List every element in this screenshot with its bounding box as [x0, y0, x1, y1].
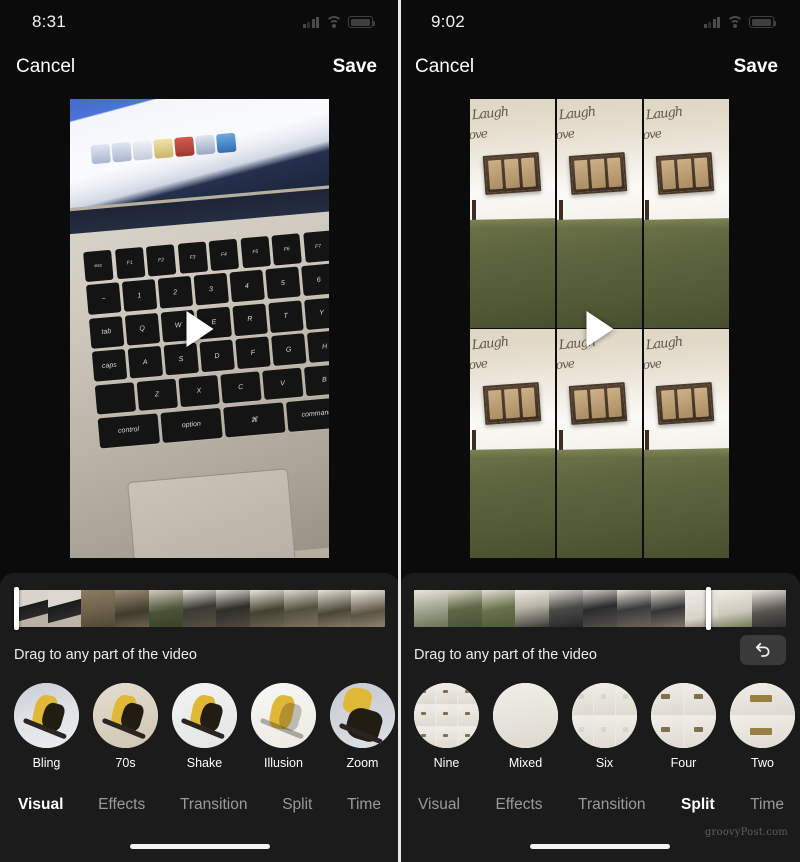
phone-screen-left: 8:31 Cancel Save esc F1 F2 F3 F4 F5 F6 F7 — [0, 0, 399, 862]
phone-screen-right: 9:02 Cancel Save Laugh Love Laugh Love L… — [399, 0, 800, 862]
filmstrip[interactable] — [14, 590, 385, 627]
save-button[interactable]: Save — [734, 56, 778, 78]
tab-transition[interactable]: Transition — [578, 796, 645, 814]
filter-item-bling[interactable]: Bling — [14, 683, 79, 770]
split-cell: Laugh Love — [643, 329, 729, 558]
filter-thumbnail[interactable] — [251, 683, 316, 748]
tab-time[interactable]: Time — [750, 796, 784, 814]
split-thumbnail[interactable] — [651, 683, 716, 748]
split-thumbnail[interactable] — [730, 683, 795, 748]
tab-effects[interactable]: Effects — [495, 796, 542, 814]
split-thumbnail[interactable] — [414, 683, 479, 748]
timeline-playhead[interactable] — [14, 587, 19, 630]
filter-label: Bling — [32, 756, 61, 770]
tab-split[interactable]: Split — [282, 796, 312, 814]
video-frame[interactable]: Laugh Love Laugh Love Laugh Love Laugh L… — [470, 99, 729, 558]
wifi-icon — [325, 16, 342, 28]
split-item-mixed[interactable]: Mixed — [493, 683, 558, 770]
status-time: 9:02 — [431, 12, 465, 31]
status-time: 8:31 — [32, 12, 66, 31]
battery-icon — [348, 16, 375, 28]
cancel-button[interactable]: Cancel — [415, 56, 474, 78]
filter-item-shake[interactable]: Shake — [172, 683, 237, 770]
filter-item-70s[interactable]: 70s — [93, 683, 158, 770]
split-thumbnail[interactable] — [493, 683, 558, 748]
split-item-two[interactable]: Two — [730, 683, 795, 770]
filter-label: Illusion — [264, 756, 303, 770]
battery-icon — [749, 16, 776, 28]
timeline-hint: Drag to any part of the video — [414, 647, 597, 663]
filter-thumbnail[interactable] — [172, 683, 237, 748]
tab-visual[interactable]: Visual — [418, 796, 460, 814]
tab-bar-left[interactable]: Visual Effects Transition Split Time — [0, 796, 399, 814]
cellular-signal-icon — [302, 16, 319, 28]
split-cell: Laugh Love — [470, 329, 556, 558]
wifi-icon — [726, 16, 743, 28]
nav-bar-right: Cancel Save — [399, 44, 800, 90]
cellular-signal-icon — [703, 16, 720, 28]
dual-screenshot: 8:31 Cancel Save esc F1 F2 F3 F4 F5 F6 F7 — [0, 0, 800, 862]
home-indicator[interactable] — [129, 844, 270, 849]
editor-sheet-right: Drag to any part of the video Nine Mixed — [400, 573, 800, 862]
split-cell: Laugh Love — [643, 99, 729, 328]
video-frame[interactable]: esc F1 F2 F3 F4 F5 F6 F7 ~1 2 3 4 5 6 tab Q W E R T Y caps… — [70, 99, 329, 558]
filter-thumbnail[interactable] — [14, 683, 79, 748]
tab-transition[interactable]: Transition — [180, 796, 247, 814]
filmstrip[interactable] — [414, 590, 786, 627]
timeline-playhead[interactable] — [706, 587, 711, 630]
status-bar-right: 9:02 — [399, 0, 800, 44]
split-cell: Laugh Love — [556, 329, 643, 558]
tab-split[interactable]: Split — [681, 796, 715, 814]
filter-carousel-left[interactable]: Bling 70s Shake Illusion Zoom — [0, 683, 399, 770]
split-item-six[interactable]: Six — [572, 683, 637, 770]
status-bar-left: 8:31 — [0, 0, 399, 44]
split-label: Four — [670, 756, 697, 770]
tab-bar-right[interactable]: Visual Effects Transition Split Time — [400, 796, 800, 814]
split-thumbnail[interactable] — [572, 683, 637, 748]
timeline-hint: Drag to any part of the video — [14, 647, 197, 663]
tab-effects[interactable]: Effects — [98, 796, 145, 814]
split-item-nine[interactable]: Nine — [414, 683, 479, 770]
filter-label: 70s — [115, 756, 136, 770]
panel-divider — [398, 0, 401, 862]
timeline-hint-row: Drag to any part of the video — [0, 627, 399, 671]
tab-time[interactable]: Time — [347, 796, 381, 814]
timeline-right[interactable] — [400, 573, 800, 630]
undo-button[interactable] — [740, 635, 786, 665]
cancel-button[interactable]: Cancel — [16, 56, 75, 78]
split-label: Nine — [433, 756, 460, 770]
play-icon[interactable] — [186, 310, 213, 347]
filter-item-illusion[interactable]: Illusion — [251, 683, 316, 770]
split-label: Mixed — [508, 756, 543, 770]
split-item-four[interactable]: Four — [651, 683, 716, 770]
split-carousel-right[interactable]: Nine Mixed Six Four Two — [400, 683, 800, 770]
status-icons — [302, 16, 375, 28]
editor-sheet-left: Drag to any part of the video Bling 70s … — [0, 573, 399, 862]
filter-label: Shake — [186, 756, 223, 770]
split-cell: Laugh Love — [470, 99, 556, 328]
filter-item-zoom[interactable]: Zoom — [330, 683, 395, 770]
filter-thumbnail[interactable] — [330, 683, 395, 748]
split-label: Two — [751, 756, 774, 770]
site-watermark: groovyPost.com — [704, 827, 788, 838]
nav-bar-left: Cancel Save — [0, 44, 399, 90]
undo-icon — [755, 642, 769, 657]
save-button[interactable]: Save — [333, 56, 377, 78]
timeline-left[interactable] — [0, 573, 399, 630]
filter-label: Zoom — [346, 756, 379, 770]
tab-visual[interactable]: Visual — [18, 796, 63, 814]
play-icon[interactable] — [586, 310, 613, 347]
status-icons — [703, 16, 776, 28]
video-preview-right[interactable]: Laugh Love Laugh Love Laugh Love Laugh L… — [399, 90, 800, 567]
home-indicator[interactable] — [530, 844, 670, 849]
filter-thumbnail[interactable] — [93, 683, 158, 748]
video-preview-left[interactable]: esc F1 F2 F3 F4 F5 F6 F7 ~1 2 3 4 5 6 tab Q W E R T Y caps… — [0, 90, 399, 567]
split-label: Six — [595, 756, 614, 770]
split-cell: Laugh Love — [556, 99, 643, 328]
